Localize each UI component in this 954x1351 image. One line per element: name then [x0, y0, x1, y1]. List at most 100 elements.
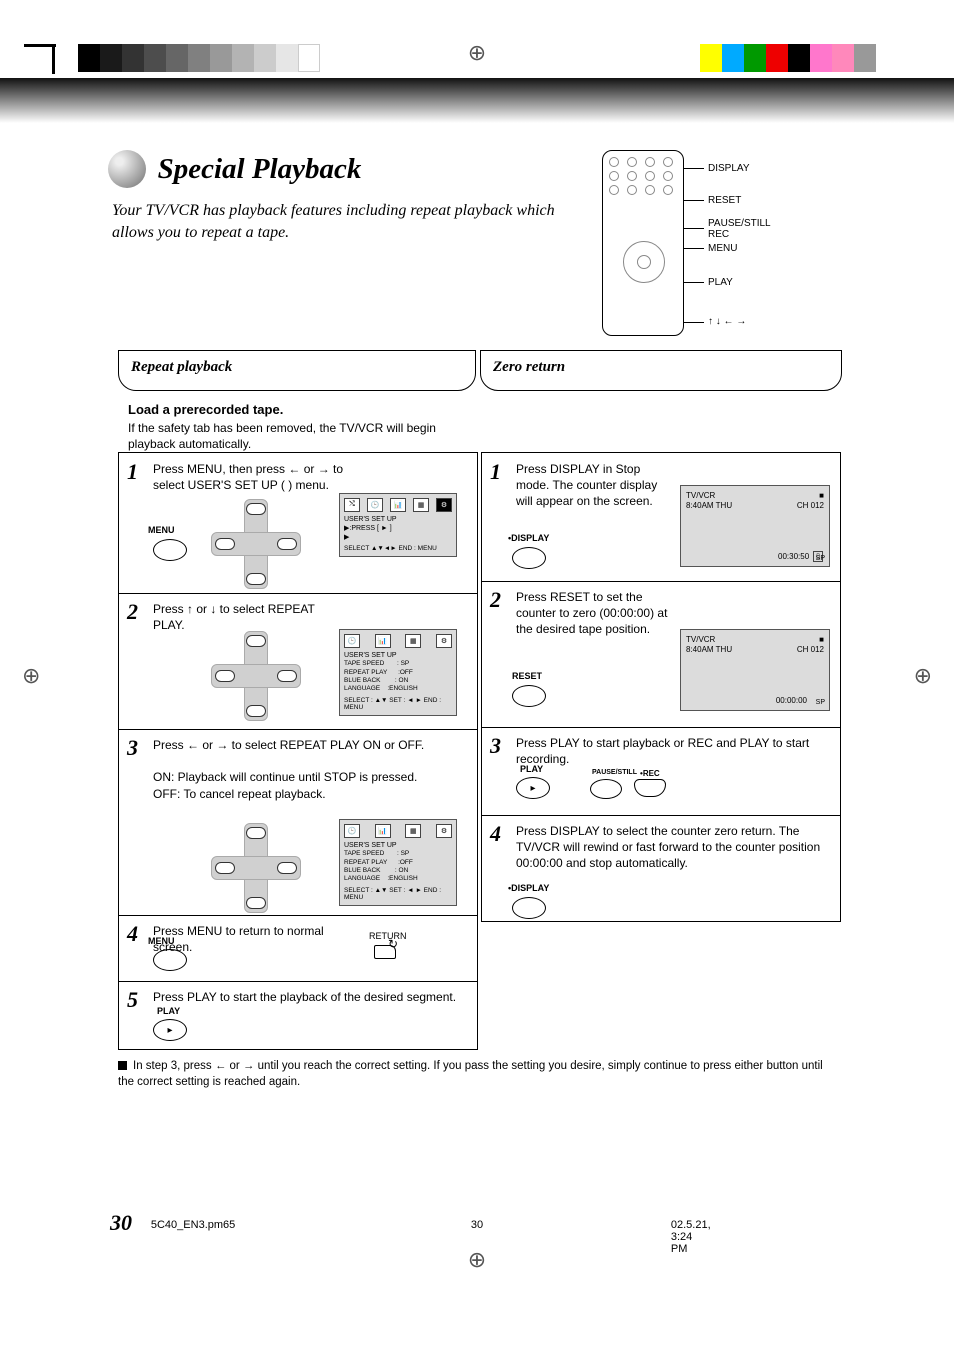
display-label: •DISPLAY — [508, 883, 549, 893]
menu-button-icon — [153, 949, 187, 971]
reset-button-icon — [512, 685, 546, 707]
lcd-sp: SP — [816, 554, 825, 563]
footnote: In step 3, press ← or → until you reach … — [118, 1058, 838, 1090]
osd-menu-items: TAPE SPEED : SP REPEAT PLAY :OFF BLUE BA… — [344, 850, 452, 884]
dpad-icon — [211, 631, 301, 721]
play-button-icon: ▸ — [153, 1019, 187, 1041]
display-label: •DISPLAY — [508, 533, 549, 543]
steps-panel-left: 1 Press MENU, then press ← or → to selec… — [118, 452, 478, 1050]
section-title-zero-return: Zero return — [493, 359, 565, 375]
step-text: Press RESET to set the counter to zero (… — [516, 589, 676, 638]
play-button-icon: ▸ — [516, 777, 550, 799]
crop-mark — [52, 44, 55, 74]
step-number: 3 — [490, 733, 501, 759]
display-button-icon — [512, 547, 546, 569]
osd-guide: SELECT : ▲▼ SET : ◄ ► END : MENU — [344, 697, 452, 711]
vcr-screen-display: TV/VCR 8:40AM THU ■ CH 012 00:00:00 SP — [680, 629, 830, 711]
print-footer: 5C40_EN3.pm65 30 02.5.21, 3:24 PM — [471, 1219, 483, 1231]
registration-mark: ⊕ — [22, 663, 40, 689]
menu-button-icon — [153, 539, 187, 561]
section-box-right: Zero return — [480, 350, 842, 391]
page-gradient-band — [0, 78, 954, 123]
color-swatch — [700, 44, 876, 72]
lcd-counter: 00:00:00 — [776, 696, 807, 705]
rec-label: •REC — [640, 769, 660, 778]
footer-date: 02.5.21, 3:24 PM — [671, 1219, 711, 1255]
step-text: Press DISPLAY in Stop mode. The counter … — [516, 461, 676, 510]
remote-control-diagram — [602, 150, 684, 336]
osd-menu-items: TAPE SPEED : SP REPEAT PLAY :OFF BLUE BA… — [344, 660, 452, 694]
osd-setup-label: USER'S SET UP — [344, 651, 452, 660]
step-number: 1 — [490, 459, 501, 485]
lcd-channel: CH 012 — [797, 645, 824, 655]
step-number: 5 — [127, 987, 138, 1013]
page-title: Special Playback — [158, 153, 362, 186]
return-icon: ↻ — [374, 945, 396, 959]
osd-setup-label: USER'S SET UP — [344, 515, 452, 524]
footnote-text: In step 3, press ← or → until you reach … — [118, 1060, 823, 1088]
osd-screen: 🕒📊▦⚙ USER'S SET UP TAPE SPEED : SP REPEA… — [339, 819, 457, 906]
reset-label: RESET — [512, 671, 542, 681]
dpad-icon — [211, 823, 301, 913]
page-number: 30 — [110, 1210, 132, 1236]
callout-reset: RESET — [708, 195, 741, 206]
lcd-time: 8:40AM THU — [686, 501, 732, 511]
step-text: Press MENU, then press ← or → to select … — [153, 461, 347, 493]
registration-mark: ⊕ — [468, 1247, 486, 1273]
menu-label: MENU — [148, 936, 175, 946]
lcd-channel: CH 012 — [797, 501, 824, 511]
footer-filename: 5C40_EN3.pm65 — [151, 1219, 235, 1231]
step-number: 4 — [490, 821, 501, 847]
step-number: 2 — [127, 599, 138, 625]
lcd-stop-icon: ■ — [797, 635, 824, 645]
callout-pause-rec: PAUSE/STILL REC — [708, 218, 771, 240]
play-label: PLAY — [157, 1006, 180, 1016]
sphere-icon — [108, 150, 146, 188]
callout-arrows: ↑ ↓ ← → — [708, 316, 746, 327]
osd-tip: ▶:PRESS [ ► ] ▶ — [344, 524, 452, 542]
step-text: Press DISPLAY to select the counter zero… — [516, 823, 832, 872]
page-subtitle: Your TV/VCR has playback features includ… — [112, 200, 572, 243]
pretext-note: If the safety tab has been removed, the … — [128, 421, 468, 452]
lcd-counter: 00:30:50 — [778, 552, 809, 562]
step-text: Press ← or → to select REPEAT PLAY ON or… — [153, 737, 469, 802]
display-button-icon — [512, 897, 546, 919]
lcd-mode: TV/VCR — [686, 635, 732, 645]
osd-setup-label: USER'S SET UP — [344, 841, 452, 850]
section-box-left: Repeat playback — [118, 350, 476, 391]
dpad-icon — [211, 499, 301, 589]
osd-guide: SELECT ▲▼◄► END : MENU — [344, 545, 452, 552]
osd-guide: SELECT : ▲▼ SET : ◄ ► END : MENU — [344, 887, 452, 901]
pretext-bold: Load a prerecorded tape. — [128, 402, 283, 417]
callout-line — [684, 228, 704, 229]
callout-line — [684, 248, 704, 249]
grayscale-swatch — [78, 44, 320, 72]
rec-button-icon — [634, 779, 666, 797]
bullet-square-icon — [118, 1061, 127, 1070]
section-title-repeat-playback: Repeat playback — [131, 359, 232, 375]
pause-button-icon — [590, 779, 622, 799]
step-number: 2 — [490, 587, 501, 613]
step-number: 1 — [127, 459, 138, 485]
steps-panel-right: 1 Press DISPLAY in Stop mode. The counte… — [481, 452, 841, 922]
step-text: Press PLAY to start playback or REC and … — [516, 735, 832, 767]
lcd-sp: SP — [816, 698, 825, 707]
pause-label: PAUSE/STILL — [592, 769, 637, 776]
step-number: 3 — [127, 735, 138, 761]
step-text: Press ↑ or ↓ to select REPEAT PLAY. — [153, 601, 347, 633]
lcd-stop-icon: ■ — [797, 491, 824, 501]
step-text: Press MENU to return to normal screen. — [153, 923, 347, 955]
callout-display: DISPLAY — [708, 163, 750, 174]
callout-play: PLAY — [708, 277, 733, 288]
footer-page: 30 — [471, 1219, 483, 1231]
play-label: PLAY — [520, 764, 543, 774]
registration-mark: ⊕ — [468, 40, 486, 66]
callout-line — [684, 322, 704, 323]
callout-line — [684, 168, 704, 169]
registration-mark: ⊕ — [914, 663, 932, 689]
step-text: Press PLAY to start the playback of the … — [153, 989, 469, 1005]
lcd-mode: TV/VCR — [686, 491, 732, 501]
menu-label: MENU — [148, 525, 175, 535]
callout-line — [684, 282, 704, 283]
osd-screen: ⤭🕒📊▦⚙ USER'S SET UP ▶:PRESS [ ► ] ▶ SELE… — [339, 493, 457, 557]
